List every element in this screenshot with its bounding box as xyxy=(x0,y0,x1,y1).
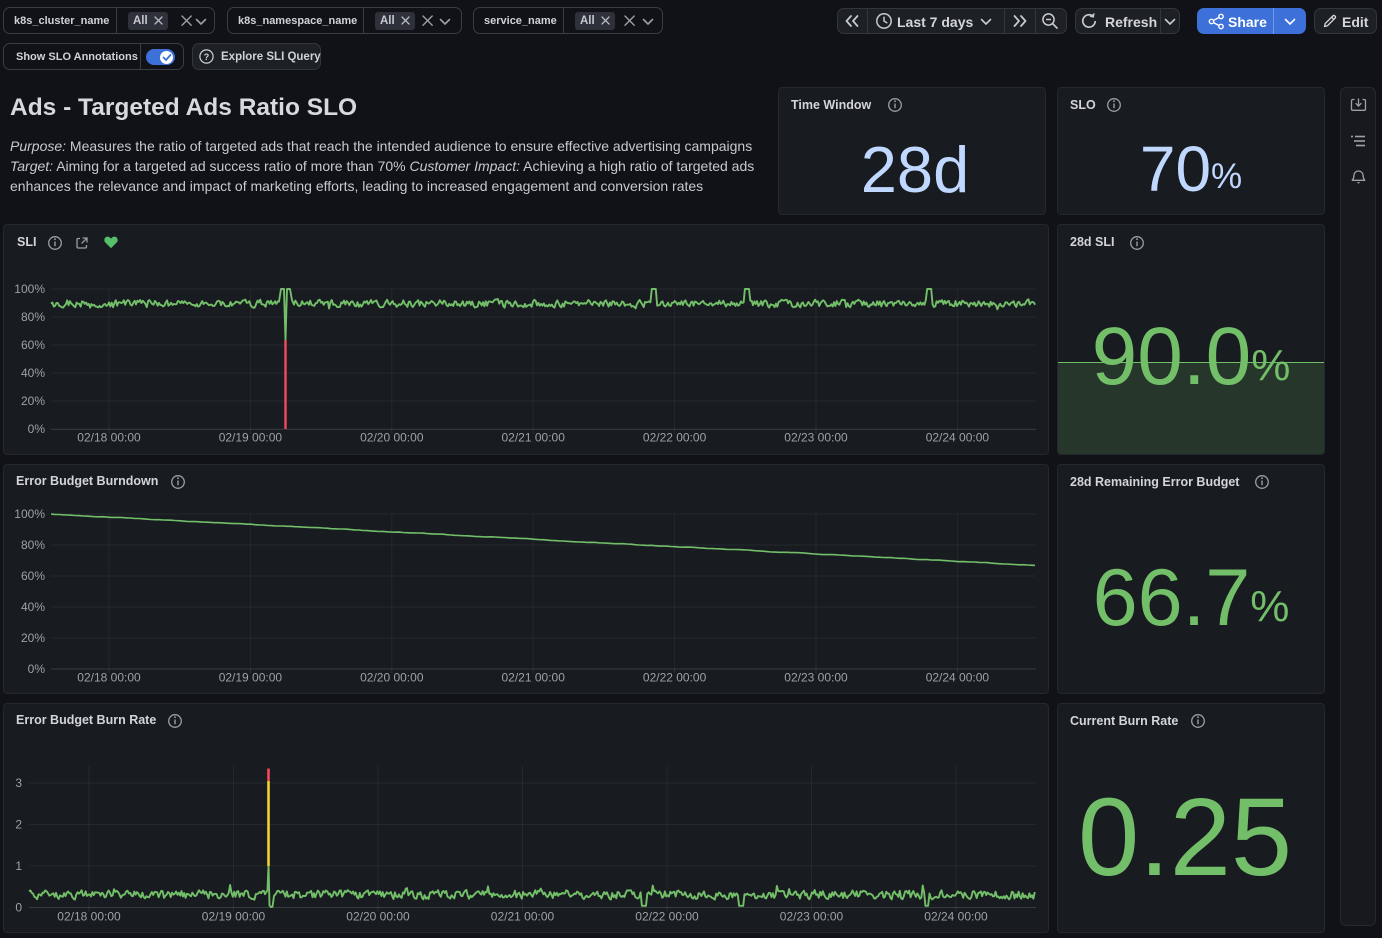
svg-text:02/23 00:00: 02/23 00:00 xyxy=(780,910,844,924)
svg-text:100%: 100% xyxy=(14,282,45,296)
svg-text:02/23 00:00: 02/23 00:00 xyxy=(784,671,848,685)
svg-text:3: 3 xyxy=(15,776,22,790)
svg-text:100%: 100% xyxy=(14,507,45,521)
svg-text:02/18 00:00: 02/18 00:00 xyxy=(77,431,141,445)
svg-text:02/23 00:00: 02/23 00:00 xyxy=(784,431,848,445)
svg-text:02/19 00:00: 02/19 00:00 xyxy=(219,431,283,445)
svg-text:02/18 00:00: 02/18 00:00 xyxy=(57,910,121,924)
svg-text:02/19 00:00: 02/19 00:00 xyxy=(219,671,283,685)
svg-text:60%: 60% xyxy=(21,338,45,352)
svg-text:02/18 00:00: 02/18 00:00 xyxy=(77,671,141,685)
svg-text:02/22 00:00: 02/22 00:00 xyxy=(643,431,707,445)
svg-text:0: 0 xyxy=(15,901,22,915)
svg-text:02/20 00:00: 02/20 00:00 xyxy=(360,671,424,685)
svg-text:02/21 00:00: 02/21 00:00 xyxy=(501,431,565,445)
svg-text:02/22 00:00: 02/22 00:00 xyxy=(635,910,699,924)
svg-text:2: 2 xyxy=(15,818,22,832)
svg-text:02/22 00:00: 02/22 00:00 xyxy=(643,671,707,685)
svg-text:40%: 40% xyxy=(21,600,45,614)
svg-text:40%: 40% xyxy=(21,366,45,380)
svg-text:02/24 00:00: 02/24 00:00 xyxy=(926,671,990,685)
svg-text:80%: 80% xyxy=(21,538,45,552)
svg-text:1: 1 xyxy=(15,859,22,873)
svg-text:02/19 00:00: 02/19 00:00 xyxy=(202,910,266,924)
svg-text:20%: 20% xyxy=(21,631,45,645)
svg-text:?: ? xyxy=(203,52,209,62)
svg-text:0%: 0% xyxy=(28,422,46,436)
svg-text:02/21 00:00: 02/21 00:00 xyxy=(491,910,555,924)
svg-text:02/20 00:00: 02/20 00:00 xyxy=(360,431,424,445)
svg-text:02/24 00:00: 02/24 00:00 xyxy=(924,910,988,924)
svg-text:02/24 00:00: 02/24 00:00 xyxy=(926,431,990,445)
svg-text:20%: 20% xyxy=(21,394,45,408)
svg-text:02/21 00:00: 02/21 00:00 xyxy=(501,671,565,685)
svg-text:0%: 0% xyxy=(28,662,46,676)
svg-text:02/20 00:00: 02/20 00:00 xyxy=(346,910,410,924)
svg-text:60%: 60% xyxy=(21,569,45,583)
svg-text:80%: 80% xyxy=(21,310,45,324)
